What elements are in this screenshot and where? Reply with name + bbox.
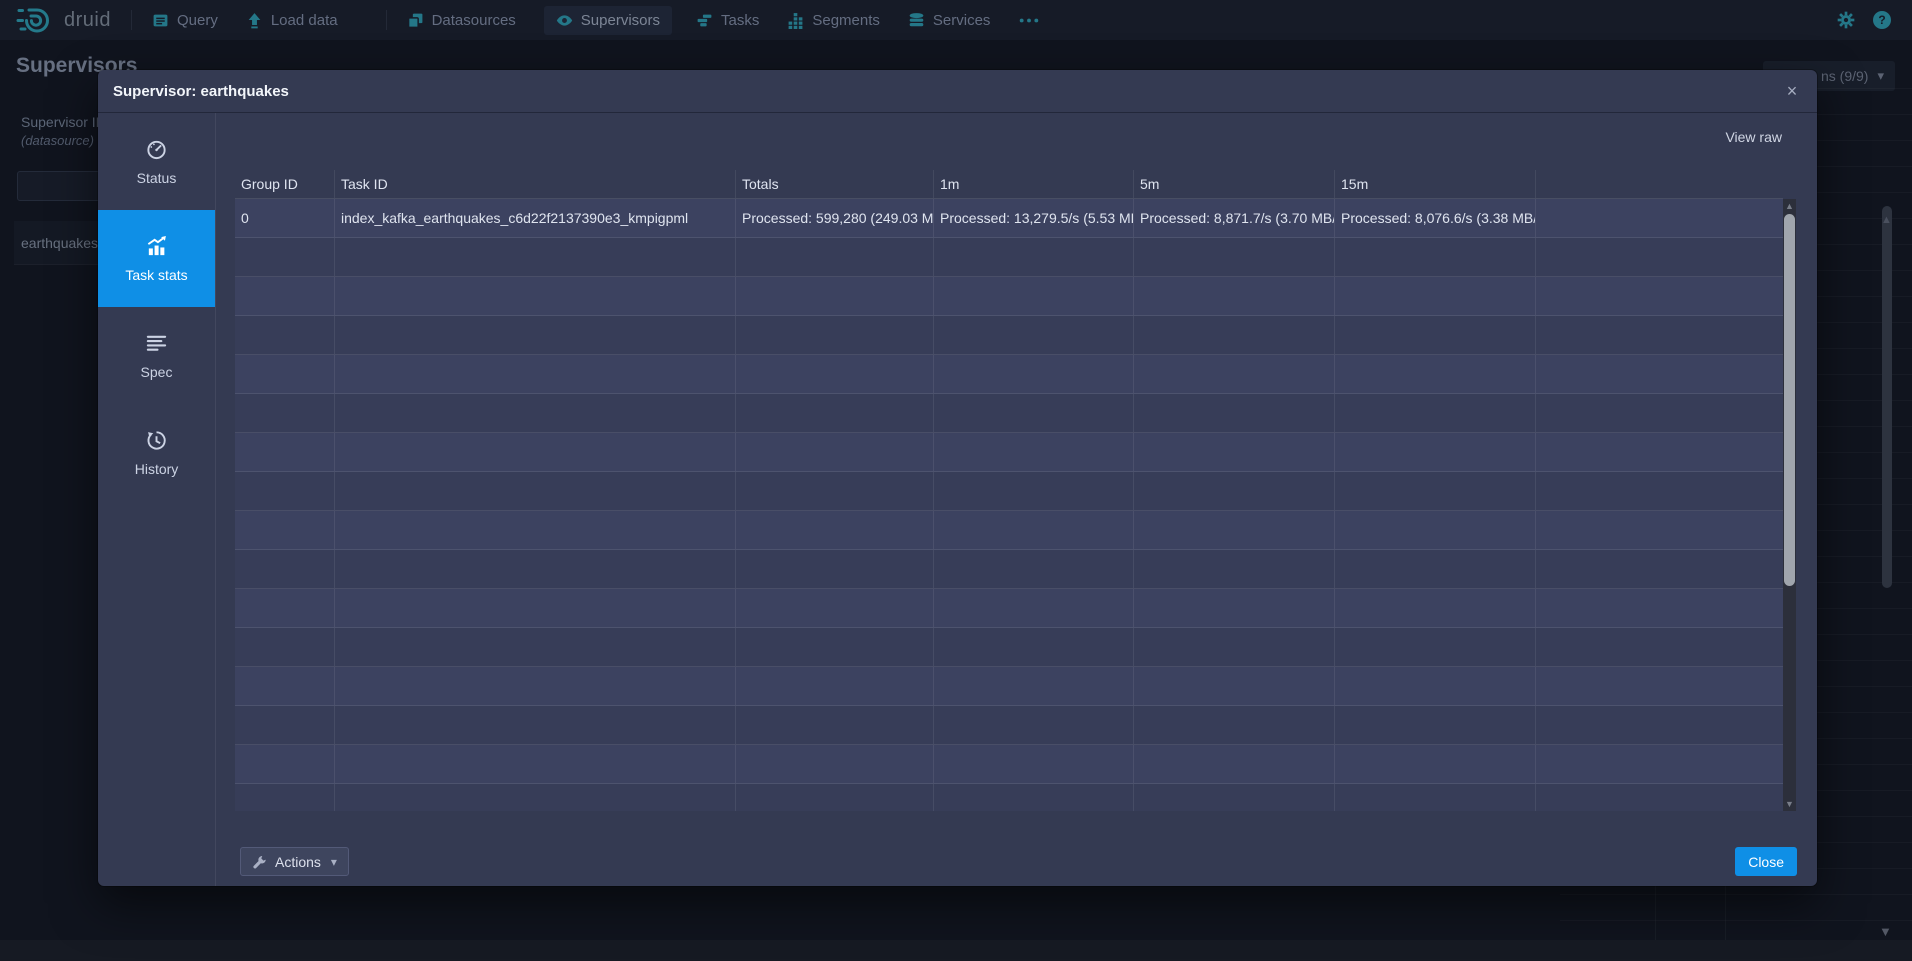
tab-spec[interactable]: Spec xyxy=(98,307,215,404)
empty-table-row xyxy=(235,277,1783,316)
cell-1m: Processed: 13,279.5/s (5.53 MB/s) xyxy=(934,199,1134,237)
scroll-down-icon[interactable]: ▼ xyxy=(1783,797,1796,811)
cell-group-id: 0 xyxy=(235,199,335,237)
actions-button-label: Actions xyxy=(275,854,321,870)
empty-table-row xyxy=(235,433,1783,472)
gauge-icon xyxy=(145,138,168,161)
tab-label: Spec xyxy=(141,364,173,380)
view-raw-link[interactable]: View raw xyxy=(1725,129,1782,145)
empty-table-row xyxy=(235,628,1783,667)
tab-label: Status xyxy=(137,170,177,186)
column-header-5m[interactable]: 5m xyxy=(1134,170,1335,198)
column-header-filler xyxy=(1536,170,1783,198)
dialog-title: Supervisor: earthquakes xyxy=(113,83,289,100)
column-header-totals[interactable]: Totals xyxy=(736,170,934,198)
empty-table-row xyxy=(235,706,1783,745)
empty-table-row xyxy=(235,316,1783,355)
empty-table-row xyxy=(235,394,1783,433)
empty-table-row xyxy=(235,784,1783,811)
column-header-group-id[interactable]: Group ID xyxy=(235,170,335,198)
empty-table-row xyxy=(235,355,1783,394)
empty-table-row xyxy=(235,472,1783,511)
history-clock-icon xyxy=(145,429,168,452)
table-header-row: Group ID Task ID Totals 1m 5m 15m xyxy=(235,170,1783,199)
cell-filler xyxy=(1536,199,1783,237)
align-left-icon xyxy=(145,332,168,355)
bar-chart-trend-icon xyxy=(145,235,168,258)
wrench-icon xyxy=(252,854,267,869)
empty-table-row xyxy=(235,238,1783,277)
cell-5m: Processed: 8,871.7/s (3.70 MB/s) xyxy=(1134,199,1335,237)
column-header-task-id[interactable]: Task ID xyxy=(335,170,736,198)
tab-label: Task stats xyxy=(125,267,187,283)
table-body: 0 index_kafka_earthquakes_c6d22f2137390e… xyxy=(235,199,1783,811)
cell-totals: Processed: 599,280 (249.03 MB) xyxy=(736,199,934,237)
tab-status[interactable]: Status xyxy=(98,113,215,210)
chevron-down-icon: ▾ xyxy=(331,855,337,869)
dialog-header: Supervisor: earthquakes × xyxy=(98,70,1817,113)
actions-button[interactable]: Actions ▾ xyxy=(240,847,349,876)
task-stats-table: Group ID Task ID Totals 1m 5m 15m 0 inde… xyxy=(235,170,1796,811)
dialog-side-tabs: Status Task stats Spec xyxy=(98,113,216,886)
tab-task-stats[interactable]: Task stats xyxy=(98,210,215,307)
close-icon[interactable]: × xyxy=(1777,70,1807,113)
empty-table-row xyxy=(235,745,1783,784)
scrollbar-thumb[interactable] xyxy=(1784,214,1795,586)
cell-15m: Processed: 8,076.6/s (3.38 MB/s) xyxy=(1335,199,1536,237)
table-row: 0 index_kafka_earthquakes_c6d22f2137390e… xyxy=(235,199,1783,238)
column-header-1m[interactable]: 1m xyxy=(934,170,1134,198)
druid-console: druid Query Load data Datasources xyxy=(0,0,1912,961)
empty-table-row xyxy=(235,667,1783,706)
supervisor-dialog: Supervisor: earthquakes × Status xyxy=(98,70,1817,886)
scroll-up-icon[interactable]: ▲ xyxy=(1783,199,1796,213)
dialog-content: View raw Group ID Task ID Totals 1m 5m 1… xyxy=(216,113,1817,886)
dialog-body: Status Task stats Spec xyxy=(98,113,1817,886)
empty-table-row xyxy=(235,589,1783,628)
table-scrollbar: ▲ ▼ xyxy=(1783,199,1796,811)
cell-task-id: index_kafka_earthquakes_c6d22f2137390e3_… xyxy=(335,199,736,237)
empty-table-row xyxy=(235,550,1783,589)
column-header-15m[interactable]: 15m xyxy=(1335,170,1536,198)
tab-label: History xyxy=(135,461,179,477)
tab-history[interactable]: History xyxy=(98,404,215,501)
close-button[interactable]: Close xyxy=(1735,847,1797,876)
empty-table-row xyxy=(235,511,1783,550)
